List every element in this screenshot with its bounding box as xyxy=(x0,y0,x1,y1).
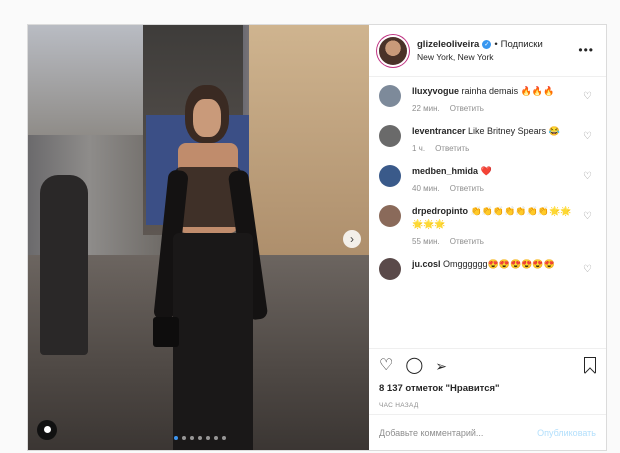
comment-username[interactable]: drpedropinto xyxy=(412,206,468,216)
more-options-icon[interactable]: ••• xyxy=(578,43,594,57)
post-card: › glizeleoliveira ✓ • Подписки New York,… xyxy=(27,24,607,451)
avatar[interactable] xyxy=(379,125,401,147)
list-item: lluxyvogue rainha demais 🔥🔥🔥 22 мин. Отве… xyxy=(379,85,596,113)
comment-time: 1 ч. xyxy=(412,144,426,153)
separator: • xyxy=(494,39,498,50)
slide-dot xyxy=(182,436,186,440)
comment-username[interactable]: medben_hmida xyxy=(412,166,478,176)
likes-count[interactable]: 8 137 отметок "Нравится" xyxy=(379,383,596,394)
comment-icon[interactable]: ◯ xyxy=(405,358,423,374)
comment-time: 40 мин. xyxy=(412,184,440,193)
avatar[interactable] xyxy=(379,85,401,107)
list-item: drpedropinto 👏👏👏👏👏👏👏🌟🌟🌟🌟🌟 55 мин. Ответит… xyxy=(379,205,596,246)
slide-dot xyxy=(222,436,226,440)
post-sidebar: glizeleoliveira ✓ • Подписки New York, N… xyxy=(369,25,606,450)
avatar[interactable] xyxy=(379,165,401,187)
chevron-right-icon: › xyxy=(350,232,354,246)
post-actions: ♡ ◯ ➢ 8 137 отметок "Нравится" час назад xyxy=(369,348,606,414)
comment-input[interactable] xyxy=(379,427,519,438)
post-location[interactable]: New York, New York xyxy=(417,52,543,62)
comment-text: rainha demais 🔥🔥🔥 xyxy=(461,86,555,96)
comment-text: ❤️ xyxy=(480,166,492,176)
tagged-users-button[interactable] xyxy=(37,420,57,440)
bookmark-icon[interactable] xyxy=(584,357,596,373)
slide-dot xyxy=(214,436,218,440)
heart-icon[interactable]: ♡ xyxy=(583,131,592,142)
follow-button[interactable]: Подписки xyxy=(501,39,543,50)
comment-time: 55 мин. xyxy=(412,237,440,246)
post-photo[interactable]: › xyxy=(28,25,369,450)
reply-button[interactable]: Ответить xyxy=(450,184,484,193)
share-icon[interactable]: ➢ xyxy=(435,359,447,373)
heart-icon[interactable]: ♡ xyxy=(583,264,592,275)
heart-icon[interactable]: ♡ xyxy=(379,358,393,374)
post-username[interactable]: glizeleoliveira xyxy=(417,39,479,50)
comment-text: Omgggggg😍😍😍😍😍😍 xyxy=(443,259,555,269)
slide-dot xyxy=(174,436,178,440)
heart-icon[interactable]: ♡ xyxy=(583,91,592,102)
comment-text: Like Britney Spears 😂 xyxy=(468,126,560,136)
avatar[interactable] xyxy=(379,258,401,280)
heart-icon[interactable]: ♡ xyxy=(583,171,592,182)
reply-button[interactable]: Ответить xyxy=(450,237,484,246)
comments-list: lluxyvogue rainha demais 🔥🔥🔥 22 мин. Отве… xyxy=(369,77,606,348)
avatar[interactable] xyxy=(379,36,407,65)
slide-dot xyxy=(206,436,210,440)
comment-username[interactable]: leventrancer xyxy=(412,126,466,136)
slide-dot xyxy=(198,436,202,440)
slide-indicator xyxy=(174,436,226,440)
list-item: medben_hmida ❤️ 40 мин. Ответить ♡ xyxy=(379,165,596,193)
post-header: glizeleoliveira ✓ • Подписки New York, N… xyxy=(369,25,606,77)
user-icon xyxy=(43,425,51,433)
add-comment-bar: Опубликовать xyxy=(369,414,606,450)
list-item: leventrancer Like Britney Spears 😂 1 ч. О… xyxy=(379,125,596,153)
publish-button[interactable]: Опубликовать xyxy=(537,428,596,438)
comment-username[interactable]: lluxyvogue xyxy=(412,86,459,96)
reply-button[interactable]: Ответить xyxy=(435,144,469,153)
list-item: ju.cosl Omgggggg😍😍😍😍😍😍 ♡ xyxy=(379,258,596,280)
slide-dot xyxy=(190,436,194,440)
heart-icon[interactable]: ♡ xyxy=(583,211,592,222)
post-time: час назад xyxy=(379,402,419,409)
next-slide-button[interactable]: › xyxy=(343,230,361,248)
verified-icon: ✓ xyxy=(482,40,492,49)
comment-time: 22 мин. xyxy=(412,104,440,113)
photo-background xyxy=(28,25,148,135)
reply-button[interactable]: Ответить xyxy=(450,104,484,113)
avatar[interactable] xyxy=(379,205,401,227)
comment-username[interactable]: ju.cosl xyxy=(412,259,441,269)
photo-subject xyxy=(143,85,288,450)
